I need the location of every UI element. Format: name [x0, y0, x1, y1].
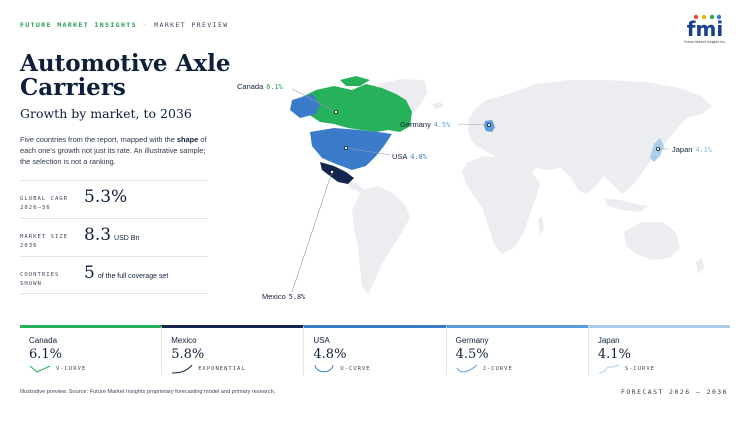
top-bar: FUTURE MARKET INSIGHTS · MARKET PREVIEW: [20, 21, 229, 29]
description-bold: shape: [176, 135, 199, 144]
map-label-japan: Japan 4.1%: [672, 145, 712, 154]
country-cards: Canada 6.1% V-CURVE Mexico 5.8% EXPONENT…: [20, 325, 731, 375]
j-curve-icon: [456, 364, 477, 373]
card-value: 6.1%: [29, 347, 63, 362]
map-label-value: 4.5%: [433, 121, 451, 129]
map-label-germany: Germany 4.5%: [400, 120, 450, 129]
brand-name: FUTURE MARKET INSIGHTS: [20, 21, 137, 29]
map-label-country: USA: [392, 152, 408, 161]
logo-subtext: Future Market Insights Inc.: [684, 40, 726, 44]
indonesia-shape: [604, 198, 648, 212]
stat-number: 5.3%: [84, 187, 128, 207]
page-subtitle: Growth by market, to 2036: [20, 106, 192, 121]
card-germany[interactable]: Germany 4.5% J-CURVE: [445, 325, 588, 375]
stat-label-line1: MARKET SIZE: [20, 234, 69, 240]
stat-label-line2: SHOWN: [20, 281, 42, 287]
stat-label-line2: 2036: [20, 243, 38, 249]
forecast-period: FORECAST 2026 – 2036: [621, 388, 728, 396]
map-label-usa: USA 4.8%: [392, 152, 427, 161]
world-map: [290, 76, 712, 294]
map-label-value: 4.8%: [410, 153, 427, 161]
source-note: Illustrative preview. Source: Future Mar…: [20, 389, 276, 395]
stat-label-line1: COUNTRIES: [20, 272, 60, 278]
stat-number: 5: [84, 263, 95, 283]
v-curve-icon: [29, 365, 51, 373]
card-value: 4.1%: [597, 347, 631, 362]
card-mexico[interactable]: Mexico 5.8% EXPONENTIAL: [161, 325, 304, 375]
stats-panel: GLOBAL CAGR 2026–36 5.3% MARKET SIZE 2036 …: [20, 180, 208, 294]
card-shape: J-CURVE: [482, 366, 513, 372]
u-curve-icon: [314, 364, 334, 373]
stat-label: MARKET SIZE 2036: [20, 233, 80, 251]
card-canada[interactable]: Canada 6.1% V-CURVE: [20, 325, 162, 375]
stat-number: 8.3: [84, 225, 112, 245]
map-label-canada: Canada 6.1%: [237, 82, 283, 91]
section-name: MARKET PREVIEW: [154, 21, 229, 29]
card-value: 4.8%: [313, 347, 347, 362]
card-country: Germany: [455, 336, 489, 345]
stat-global-cagr: GLOBAL CAGR 2026–36 5.3%: [20, 180, 208, 218]
stat-value: 5 of the full coverage set: [84, 263, 168, 283]
exponential-icon: [172, 364, 193, 374]
map-label-country: Mexico: [262, 292, 286, 301]
stat-countries-shown: COUNTRIES SHOWN 5 of the full coverage set: [20, 256, 208, 294]
south-america-shape: [352, 186, 410, 294]
card-shape: S-CURVE: [624, 366, 655, 372]
map-label-value: 6.1%: [266, 83, 283, 91]
card-country: Mexico: [171, 336, 197, 345]
stat-label: COUNTRIES SHOWN: [20, 271, 80, 289]
card-value: 4.5%: [455, 347, 489, 362]
card-japan[interactable]: Japan 4.1% S-CURVE: [587, 325, 731, 375]
card-shape: U-CURVE: [340, 366, 371, 372]
card-value: 5.8%: [171, 347, 205, 362]
s-curve-icon: [598, 364, 619, 374]
map-label-value: 4.1%: [695, 146, 712, 154]
card-country: Japan: [597, 336, 620, 345]
map-label-mexico: Mexico 5.8%: [262, 292, 305, 301]
logo-text: fmi: [686, 17, 724, 41]
stat-unit: of the full coverage set: [97, 273, 169, 280]
card-shape: V-CURVE: [56, 366, 87, 372]
card-country: USA: [313, 336, 330, 345]
description: Five countries from the report, mapped w…: [20, 134, 215, 167]
stat-label: GLOBAL CAGR 2026–36: [20, 195, 80, 213]
madagascar-shape: [538, 216, 544, 236]
header-separator: ·: [142, 21, 149, 29]
stat-unit: USD Bn: [114, 235, 140, 242]
card-country: Canada: [29, 336, 58, 345]
card-shape: EXPONENTIAL: [198, 366, 246, 372]
description-part1: Five countries from the report, mapped w…: [20, 135, 177, 144]
new-zealand-shape: [696, 258, 704, 274]
card-usa[interactable]: USA 4.8% U-CURVE: [303, 325, 446, 375]
stat-value: 5.3%: [84, 187, 127, 207]
stat-market-size: MARKET SIZE 2036 8.3 USD Bn: [20, 218, 208, 256]
stat-value: 8.3 USD Bn: [84, 225, 139, 245]
fmi-logo[interactable]: fmi Future Market Insights Inc.: [684, 14, 726, 44]
map-label-country: Canada: [237, 82, 264, 91]
map-label-country: Japan: [672, 145, 693, 154]
stat-label-line1: GLOBAL CAGR: [20, 196, 69, 202]
iceland-shape: [432, 102, 444, 109]
stat-label-line2: 2026–36: [20, 205, 51, 211]
map-label-country: Germany: [400, 120, 431, 129]
map-label-value: 5.8%: [288, 293, 306, 301]
australia-shape: [624, 222, 680, 260]
africa-shape: [462, 156, 540, 254]
page-title: Automotive Axle Carriers: [20, 50, 231, 101]
